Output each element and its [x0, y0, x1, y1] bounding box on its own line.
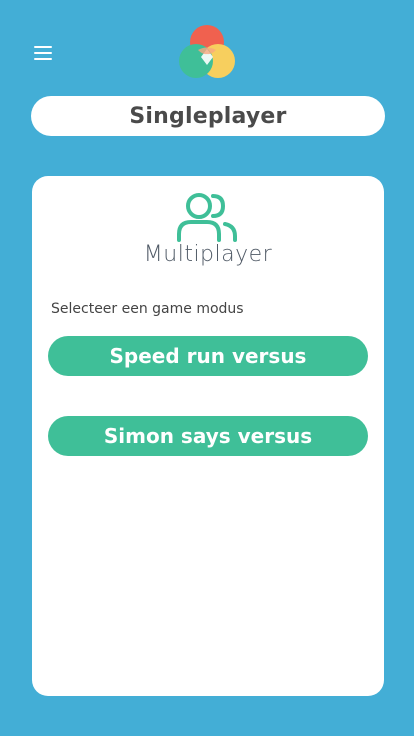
simon-says-versus-label: Simon says versus [103, 424, 313, 448]
multiplayer-title: Multiplayer [143, 242, 273, 267]
game-mode-subtitle: Selecteer een game modus [51, 301, 244, 317]
singleplayer-button-label: Singleplayer [129, 103, 287, 129]
simon-says-versus-button[interactable]: Simon says versus [48, 416, 368, 456]
speed-run-versus-label: Speed run versus [109, 344, 307, 368]
app-logo-icon [179, 25, 235, 78]
users-group-icon [177, 193, 237, 242]
speed-run-versus-button[interactable]: Speed run versus [48, 336, 368, 376]
singleplayer-button[interactable]: Singleplayer [31, 96, 385, 136]
screen: Singleplayer Multiplayer Selecteer een g… [0, 0, 414, 736]
multiplayer-card: Multiplayer Selecteer een game modus Spe… [32, 176, 384, 696]
hamburger-menu-icon[interactable] [34, 45, 54, 61]
